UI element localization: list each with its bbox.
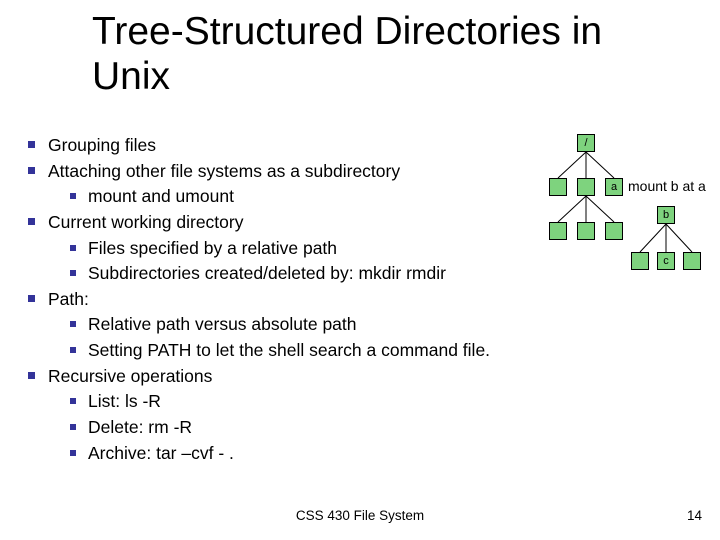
bullet-text: Delete: rm -R <box>88 417 192 437</box>
bullet-text: List: ls -R <box>88 391 161 411</box>
sub-list: Files specified by a relative path Subdi… <box>48 237 540 286</box>
sub-item: Relative path versus absolute path <box>48 313 540 337</box>
bullet-text: Current working directory <box>48 212 243 232</box>
sub-item: Setting PATH to let the shell search a c… <box>48 339 540 363</box>
bullet-text: Subdirectories created/deleted by: mkdir… <box>88 263 446 283</box>
sub-item: Delete: rm -R <box>48 416 540 440</box>
bullet-text: Relative path versus absolute path <box>88 314 357 334</box>
bullet-text: mount and umount <box>88 186 234 206</box>
tree-node <box>549 222 567 240</box>
bullet-item: Path: Relative path versus absolute path… <box>20 288 540 363</box>
bullet-text: Recursive operations <box>48 366 212 386</box>
sub-item: mount and umount <box>48 185 540 209</box>
sub-item: Archive: tar –cvf - . <box>48 442 540 466</box>
bullet-text: Grouping files <box>48 135 156 155</box>
tree-node-c: c <box>657 252 675 270</box>
bullet-item: Current working directory Files specifie… <box>20 211 540 286</box>
slide: Tree-Structured Directories in Unix Grou… <box>0 0 720 540</box>
tree-node-root: / <box>577 134 595 152</box>
bullet-text: Attaching other file systems as a subdir… <box>48 161 400 181</box>
tree-node <box>683 252 701 270</box>
tree-node <box>549 178 567 196</box>
sub-item: Files specified by a relative path <box>48 237 540 261</box>
sub-list: mount and umount <box>48 185 540 209</box>
tree-node <box>577 222 595 240</box>
bullet-item: Attaching other file systems as a subdir… <box>20 160 540 209</box>
content-area: Grouping files Attaching other file syst… <box>20 134 540 467</box>
sub-item: List: ls -R <box>48 390 540 414</box>
tree-node-a: a <box>605 178 623 196</box>
tree-diagram: / a b c mount b at a <box>546 134 716 334</box>
bullet-text: Setting PATH to let the shell search a c… <box>88 340 490 360</box>
footer: CSS 430 File System 14 <box>0 508 720 528</box>
tree-edges <box>546 134 716 334</box>
tree-node <box>605 222 623 240</box>
bullet-text: Archive: tar –cvf - . <box>88 443 234 463</box>
sub-list: Relative path versus absolute path Setti… <box>48 313 540 362</box>
tree-node <box>631 252 649 270</box>
slide-title: Tree-Structured Directories in Unix <box>92 10 652 100</box>
tree-node <box>577 178 595 196</box>
sub-list: List: ls -R Delete: rm -R Archive: tar –… <box>48 390 540 465</box>
sub-item: Subdirectories created/deleted by: mkdir… <box>48 262 540 286</box>
bullet-text: Files specified by a relative path <box>88 238 337 258</box>
footer-title: CSS 430 File System <box>296 508 424 523</box>
tree-node-b: b <box>657 206 675 224</box>
bullet-item: Recursive operations List: ls -R Delete:… <box>20 365 540 466</box>
bullet-text: Path: <box>48 289 89 309</box>
bullet-list: Grouping files Attaching other file syst… <box>20 134 540 465</box>
page-number: 14 <box>687 508 702 523</box>
bullet-item: Grouping files <box>20 134 540 158</box>
mount-label: mount b at a <box>628 178 706 194</box>
